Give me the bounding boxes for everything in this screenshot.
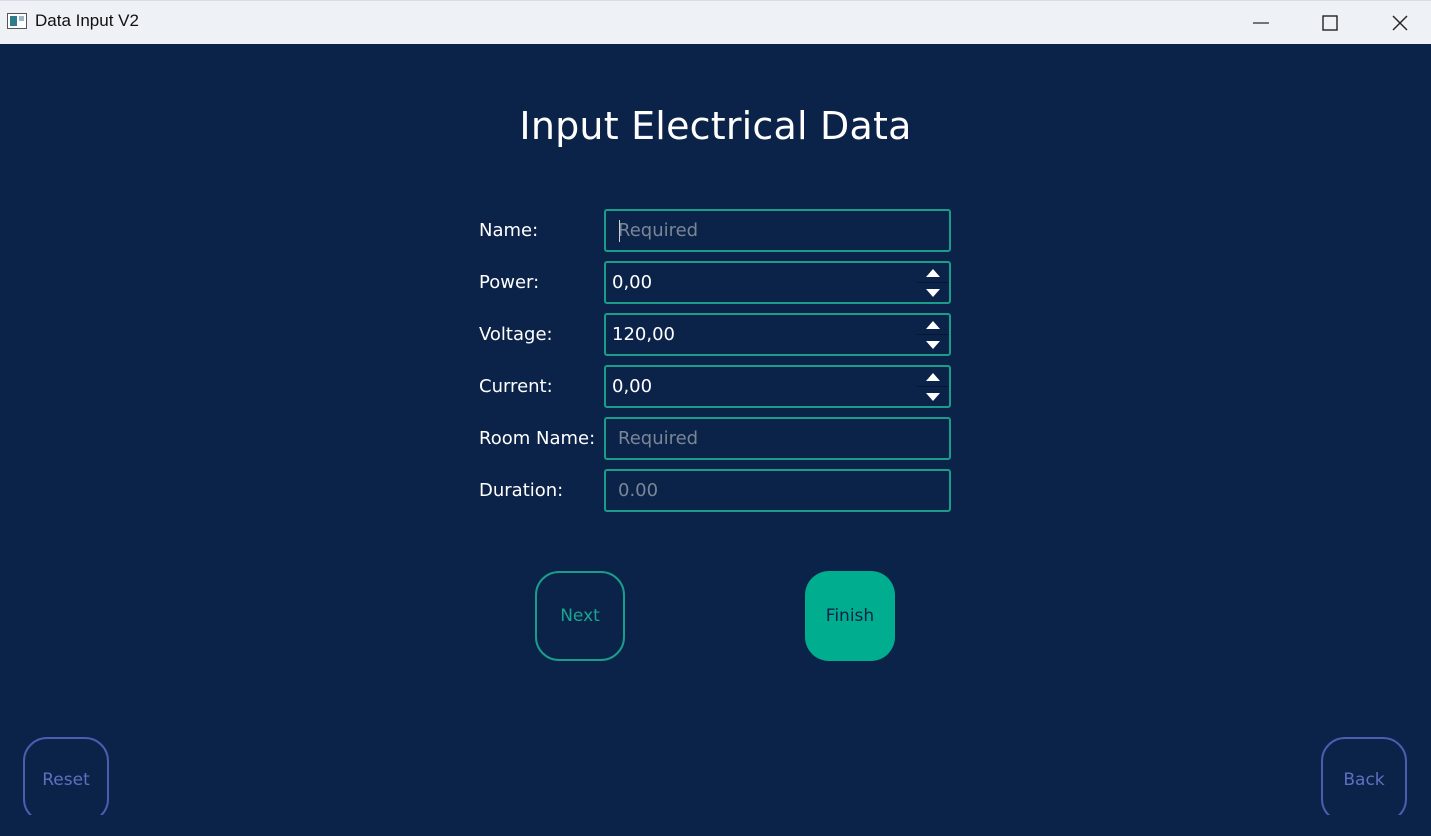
duration-label: Duration: xyxy=(479,480,564,501)
voltage-spinbox xyxy=(604,313,951,356)
arrow-up-icon xyxy=(926,269,940,277)
minimize-icon xyxy=(1253,22,1269,24)
current-decrement-button[interactable] xyxy=(917,387,949,406)
duration-input[interactable] xyxy=(606,471,949,510)
title-bar: Data Input V2 xyxy=(0,0,1431,44)
current-stepper xyxy=(917,367,949,406)
current-increment-button[interactable] xyxy=(917,367,949,386)
room-name-field-box xyxy=(604,417,951,460)
close-button[interactable] xyxy=(1365,1,1431,45)
app-window: Data Input V2 Input Electrical Data Name… xyxy=(0,0,1431,836)
room-name-label: Room Name: xyxy=(479,428,596,449)
current-label: Current: xyxy=(479,376,553,397)
power-increment-button[interactable] xyxy=(917,263,949,282)
name-label: Name: xyxy=(479,220,539,241)
bottom-edge xyxy=(0,815,1431,836)
power-label: Power: xyxy=(479,272,540,293)
next-button[interactable]: Next xyxy=(535,571,625,661)
power-input[interactable] xyxy=(606,263,920,302)
maximize-button[interactable] xyxy=(1295,1,1365,45)
reset-button[interactable]: Reset xyxy=(23,737,109,823)
arrow-up-icon xyxy=(926,321,940,329)
minimize-button[interactable] xyxy=(1226,1,1296,45)
voltage-stepper xyxy=(917,315,949,354)
current-input[interactable] xyxy=(606,367,920,406)
name-input[interactable] xyxy=(606,211,949,250)
maximize-icon xyxy=(1322,15,1338,31)
page-title: Input Electrical Data xyxy=(519,104,912,148)
power-stepper xyxy=(917,263,949,302)
text-cursor xyxy=(619,220,620,242)
back-button[interactable]: Back xyxy=(1321,737,1407,823)
arrow-down-icon xyxy=(926,341,940,349)
voltage-input[interactable] xyxy=(606,315,920,354)
arrow-down-icon xyxy=(926,289,940,297)
name-field-box xyxy=(604,209,951,252)
window-title: Data Input V2 xyxy=(35,11,139,30)
arrow-down-icon xyxy=(926,393,940,401)
finish-button[interactable]: Finish xyxy=(805,571,895,661)
arrow-up-icon xyxy=(926,373,940,381)
voltage-label: Voltage: xyxy=(479,324,553,345)
close-icon xyxy=(1392,15,1408,31)
room-name-input[interactable] xyxy=(606,419,949,458)
current-spinbox xyxy=(604,365,951,408)
power-spinbox xyxy=(604,261,951,304)
app-icon xyxy=(7,13,27,29)
voltage-decrement-button[interactable] xyxy=(917,335,949,354)
duration-field-box xyxy=(604,469,951,512)
voltage-increment-button[interactable] xyxy=(917,315,949,334)
power-decrement-button[interactable] xyxy=(917,283,949,302)
